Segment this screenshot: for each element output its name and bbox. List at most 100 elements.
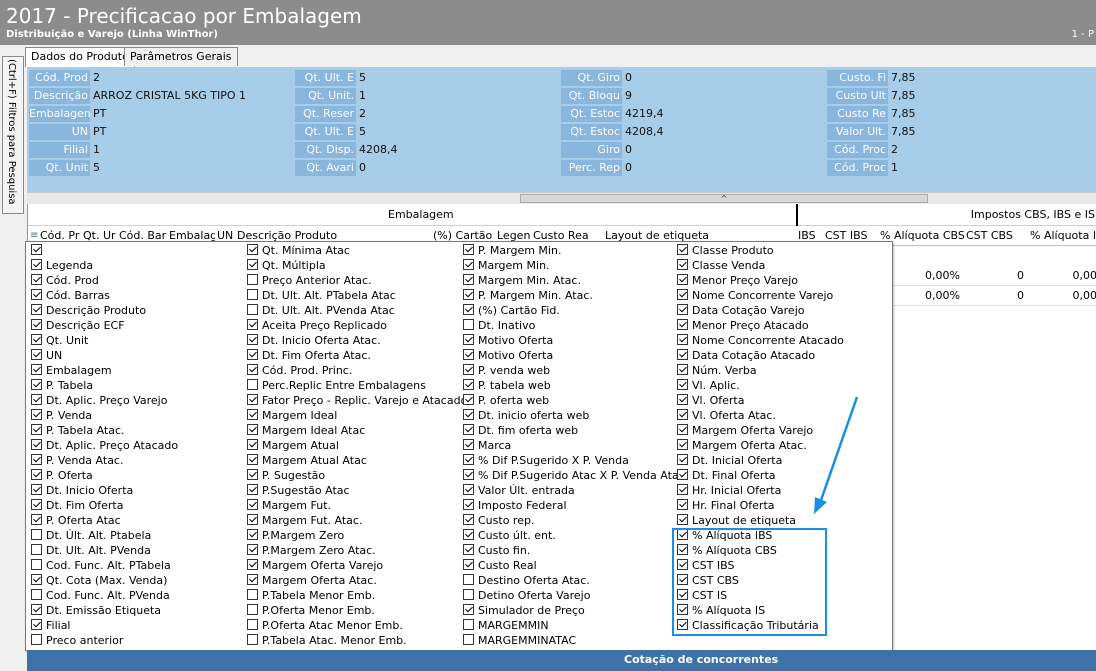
column-checkbox[interactable] (247, 634, 258, 645)
column-checkbox[interactable] (247, 514, 258, 525)
column-checkbox[interactable] (677, 439, 688, 450)
column-checkbox[interactable] (247, 529, 258, 540)
column-checkbox[interactable] (31, 559, 42, 570)
column-checkbox[interactable] (677, 394, 688, 405)
column-checkbox[interactable] (677, 484, 688, 495)
column-checkbox[interactable] (463, 529, 474, 540)
column-checkbox[interactable] (31, 529, 42, 540)
column-checkbox[interactable] (31, 274, 42, 285)
field-value[interactable]: 4208,4 (625, 124, 664, 140)
column-checkbox[interactable] (31, 454, 42, 465)
column-checkbox[interactable] (463, 559, 474, 570)
field-value[interactable]: 0 (625, 70, 632, 86)
field-value[interactable]: 9 (625, 88, 632, 104)
column-checkbox[interactable] (31, 304, 42, 315)
column-checkbox[interactable] (247, 319, 258, 330)
field-value[interactable]: 2 (93, 70, 100, 86)
field-value[interactable]: ARROZ CRISTAL 5KG TIPO 1 (93, 88, 246, 104)
column-checkbox[interactable] (31, 514, 42, 525)
column-checkbox[interactable] (463, 589, 474, 600)
field-value[interactable]: 0 (359, 160, 366, 176)
column-checkbox[interactable] (247, 334, 258, 345)
column-checkbox[interactable] (677, 499, 688, 510)
column-checkbox[interactable] (463, 394, 474, 405)
column-checkbox[interactable] (677, 259, 688, 270)
field-value[interactable]: 5 (93, 160, 100, 176)
field-value[interactable]: 7,85 (891, 70, 916, 86)
column-checkbox[interactable] (677, 514, 688, 525)
column-checkbox[interactable] (247, 274, 258, 285)
field-value[interactable]: 5 (359, 70, 366, 86)
column-checkbox[interactable] (31, 349, 42, 360)
column-checkbox[interactable] (463, 244, 474, 255)
field-value[interactable]: 7,85 (891, 124, 916, 140)
column-checkbox[interactable] (31, 604, 42, 615)
column-checkbox[interactable] (31, 244, 42, 255)
column-checkbox[interactable] (31, 499, 42, 510)
column-checkbox[interactable] (247, 499, 258, 510)
column-checkbox[interactable] (463, 409, 474, 420)
column-checkbox[interactable] (31, 469, 42, 480)
column-checkbox[interactable] (463, 274, 474, 285)
competitor-quote-bar[interactable]: Cotação de concorrentes (27, 650, 1096, 671)
field-value[interactable]: 4219,4 (625, 106, 664, 122)
column-checkbox[interactable] (463, 319, 474, 330)
column-checkbox[interactable] (463, 499, 474, 510)
field-value[interactable]: 1 (359, 88, 366, 104)
column-checkbox[interactable] (463, 334, 474, 345)
column-checkbox[interactable] (31, 289, 42, 300)
column-checkbox[interactable] (677, 469, 688, 480)
field-value[interactable]: PT (93, 124, 106, 140)
column-checkbox[interactable] (463, 514, 474, 525)
column-checkbox[interactable] (247, 259, 258, 270)
column-checkbox[interactable] (463, 304, 474, 315)
column-checkbox[interactable] (31, 364, 42, 375)
column-checkbox[interactable] (463, 349, 474, 360)
column-checkbox[interactable] (463, 484, 474, 495)
column-checkbox[interactable] (247, 379, 258, 390)
column-checkbox[interactable] (247, 589, 258, 600)
column-checkbox[interactable] (677, 319, 688, 330)
column-checkbox[interactable] (677, 289, 688, 300)
field-value[interactable]: 7,85 (891, 106, 916, 122)
column-checkbox[interactable] (31, 574, 42, 585)
column-checkbox[interactable] (31, 394, 42, 405)
column-checkbox[interactable] (677, 244, 688, 255)
column-checkbox[interactable] (463, 544, 474, 555)
column-checkbox[interactable] (463, 364, 474, 375)
column-checkbox[interactable] (677, 274, 688, 285)
column-checkbox[interactable] (31, 484, 42, 495)
column-checkbox[interactable] (463, 289, 474, 300)
field-value[interactable]: 0 (625, 142, 632, 158)
table-row[interactable]: 0,00% 0 0,00 (890, 286, 1096, 306)
column-checkbox[interactable] (463, 634, 474, 645)
column-checkbox[interactable] (677, 454, 688, 465)
tab-dados-produto[interactable]: Dados do Produto (25, 47, 135, 67)
column-checkbox[interactable] (247, 244, 258, 255)
column-checkbox[interactable] (463, 619, 474, 630)
column-checkbox[interactable] (31, 619, 42, 630)
collapse-handle[interactable]: ^ (520, 194, 928, 203)
field-value[interactable]: 0 (625, 160, 632, 176)
column-checkbox[interactable] (247, 349, 258, 360)
column-checkbox[interactable] (247, 484, 258, 495)
column-checkbox[interactable] (247, 304, 258, 315)
column-header[interactable]: CST CBS (966, 229, 1028, 242)
column-checkbox[interactable] (677, 364, 688, 375)
column-checkbox[interactable] (677, 334, 688, 345)
column-menu-icon[interactable]: ≡ (30, 230, 38, 241)
field-value[interactable]: 5 (359, 124, 366, 140)
column-checkbox[interactable] (463, 379, 474, 390)
column-checkbox[interactable] (247, 439, 258, 450)
column-checkbox[interactable] (247, 394, 258, 405)
column-checkbox[interactable] (247, 574, 258, 585)
column-checkbox[interactable] (31, 634, 42, 645)
column-checkbox[interactable] (677, 424, 688, 435)
column-checkbox[interactable] (463, 604, 474, 615)
column-checkbox[interactable] (247, 364, 258, 375)
column-checkbox[interactable] (463, 574, 474, 585)
field-value[interactable]: 2 (891, 142, 898, 158)
field-value[interactable]: 7,85 (891, 88, 916, 104)
column-checkbox[interactable] (31, 319, 42, 330)
field-value[interactable]: 2 (359, 106, 366, 122)
